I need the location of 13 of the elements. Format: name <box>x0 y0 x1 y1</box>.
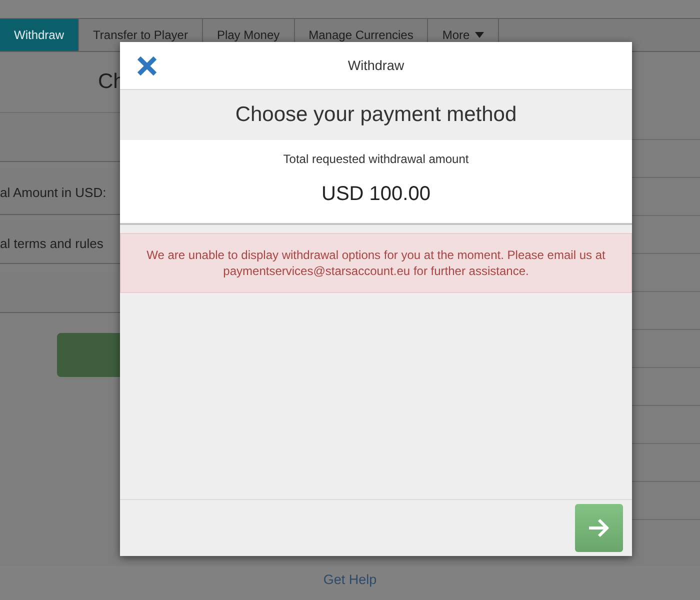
amount-label: Total requested withdrawal amount <box>283 152 469 166</box>
field-label: al Amount in USD: <box>0 184 106 200</box>
tab[interactable]: Withdraw <box>0 19 80 51</box>
error-alert: We are unable to display withdrawal options for you at the moment. Please email us at paymentservices@starsaccount.eu for further assistance. <box>120 233 632 293</box>
get-help-link[interactable]: Get Help <box>323 572 377 588</box>
caret-icon <box>474 32 484 38</box>
next-button[interactable] <box>575 504 623 552</box>
arrow-icon <box>587 518 611 538</box>
dialog-title: Withdraw <box>348 58 404 73</box>
field-label: al terms and rules <box>0 236 104 250</box>
close-icon <box>136 55 158 77</box>
amount-value: USD 100.00 <box>322 183 430 206</box>
close-button[interactable] <box>136 55 158 77</box>
